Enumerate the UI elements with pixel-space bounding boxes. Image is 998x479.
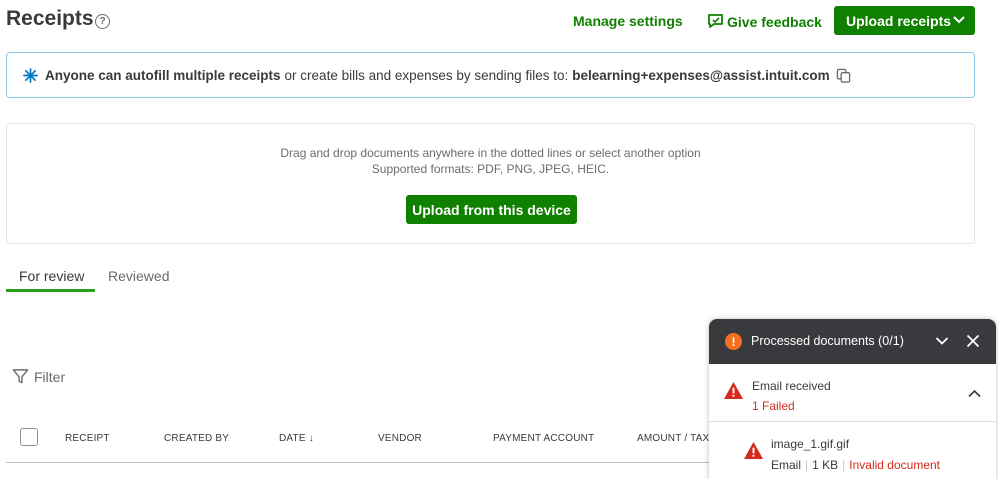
document-meta: Email | 1 KB | Invalid document bbox=[771, 458, 940, 472]
meta-separator: | bbox=[842, 458, 846, 472]
tab-reviewed[interactable]: Reviewed bbox=[108, 268, 169, 284]
page-title: Receipts bbox=[6, 7, 94, 30]
warning-icon: ! bbox=[725, 333, 742, 350]
chevron-down-icon[interactable] bbox=[953, 15, 965, 25]
banner-bold-text: Anyone can autofill multiple receipts bbox=[45, 67, 281, 83]
copy-icon[interactable] bbox=[836, 68, 851, 83]
document-item[interactable]: image_1.gif.gif Email | 1 KB | Invalid docum… bbox=[709, 423, 996, 479]
active-tab-indicator bbox=[6, 289, 95, 292]
supported-formats: Supported formats: PDF, PNG, JPEG, HEIC. bbox=[371, 162, 610, 176]
give-feedback-label: Give feedback bbox=[727, 13, 822, 30]
filter-label: Filter bbox=[34, 368, 66, 385]
help-icon[interactable]: ? bbox=[95, 14, 110, 29]
column-header-created-by[interactable]: CREATED BY bbox=[164, 433, 229, 444]
feedback-icon bbox=[708, 14, 723, 28]
filter-icon bbox=[12, 369, 29, 384]
document-size: 1 KB bbox=[812, 458, 839, 472]
dropzone-instructions: Drag and drop documents anywhere in the … bbox=[280, 146, 701, 160]
upload-dropzone[interactable]: Drag and drop documents anywhere in the … bbox=[6, 123, 975, 244]
close-icon[interactable] bbox=[966, 334, 980, 348]
document-source: Email bbox=[771, 458, 802, 472]
panel-header: ! Processed documents (0/1) bbox=[709, 319, 996, 364]
chevron-down-icon[interactable] bbox=[935, 335, 949, 347]
failed-count: 1 Failed bbox=[752, 399, 795, 413]
column-header-vendor[interactable]: VENDOR bbox=[378, 433, 422, 444]
document-error: Invalid document bbox=[849, 458, 941, 472]
upload-receipts-button[interactable]: Upload receipts bbox=[834, 6, 975, 35]
document-filename: image_1.gif.gif bbox=[771, 437, 850, 451]
manage-settings-link[interactable]: Manage settings bbox=[573, 13, 683, 29]
page-header: Receipts ? Manage settings Give feedback… bbox=[0, 0, 998, 42]
sparkle-icon bbox=[23, 67, 38, 83]
upload-from-device-button[interactable]: Upload from this device bbox=[406, 195, 577, 224]
panel-title: Processed documents (0/1) bbox=[751, 334, 904, 348]
filter-button[interactable]: Filter bbox=[12, 368, 65, 385]
column-header-amount-tax[interactable]: AMOUNT / TAX bbox=[637, 433, 709, 444]
give-feedback-link[interactable]: Give feedback bbox=[707, 13, 822, 30]
chevron-up-icon[interactable] bbox=[968, 389, 981, 398]
processed-documents-panel: ! Processed documents (0/1) Email receiv… bbox=[709, 319, 996, 479]
email-received-group[interactable]: Email received 1 Failed bbox=[709, 364, 996, 422]
column-header-payment-account[interactable]: PAYMENT ACCOUNT bbox=[493, 433, 594, 444]
group-label: Email received bbox=[752, 379, 831, 393]
error-triangle-icon bbox=[724, 381, 743, 400]
receipts-table-header: RECEIPT CREATED BY DATE ↓ VENDOR PAYMENT… bbox=[6, 421, 709, 463]
tab-for-review[interactable]: For review bbox=[19, 268, 84, 284]
select-all-checkbox[interactable] bbox=[20, 428, 38, 446]
column-header-receipt[interactable]: RECEIPT bbox=[65, 433, 110, 444]
upload-receipts-label: Upload receipts bbox=[846, 12, 952, 29]
meta-separator: | bbox=[805, 458, 809, 472]
autofill-info-banner: Anyone can autofill multiple receipts or… bbox=[6, 52, 975, 98]
banner-email: belearning+expenses@assist.intuit.com bbox=[572, 67, 830, 83]
banner-text: or create bills and expenses by sending … bbox=[284, 67, 569, 83]
error-triangle-icon bbox=[744, 441, 763, 460]
column-header-date[interactable]: DATE ↓ bbox=[279, 433, 314, 444]
